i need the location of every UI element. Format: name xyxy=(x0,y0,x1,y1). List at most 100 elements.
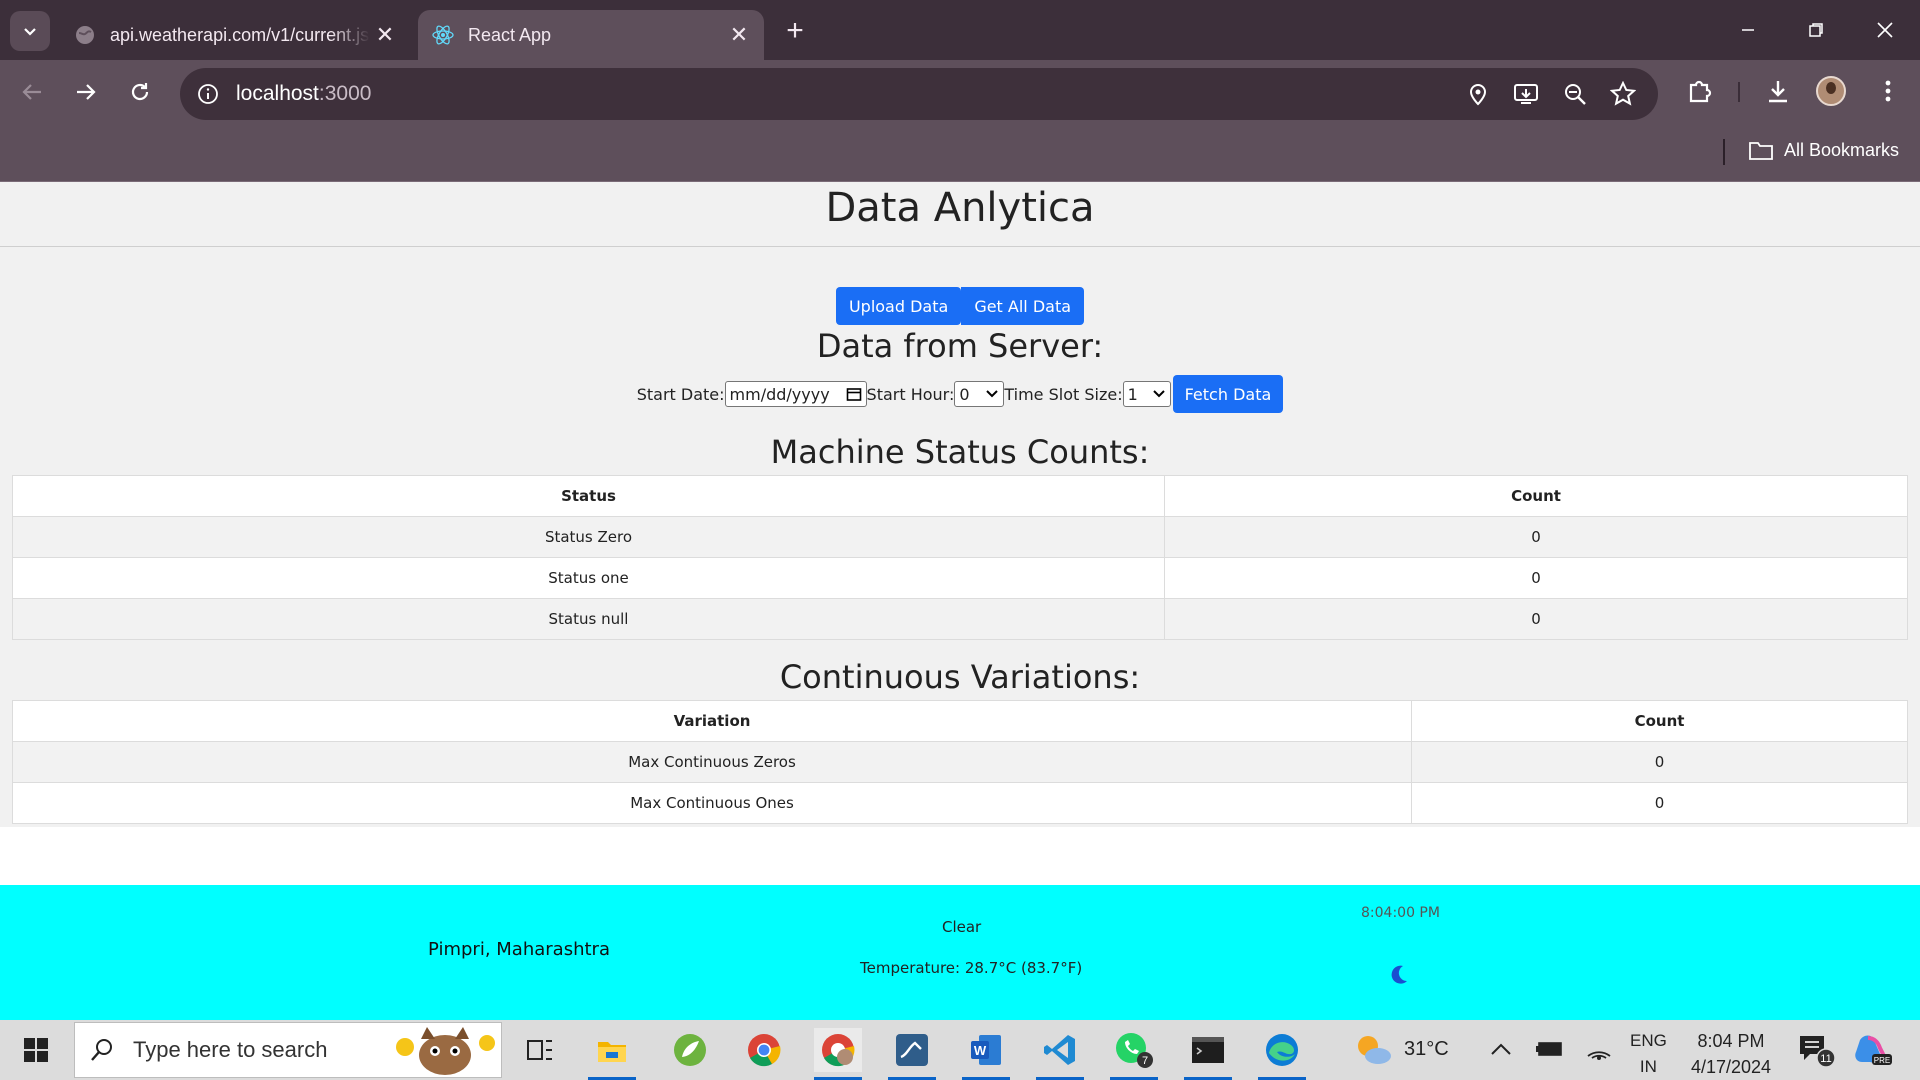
count-cell: 0 xyxy=(1164,516,1908,558)
weather-widget-icon[interactable] xyxy=(1354,1032,1392,1071)
upload-data-button[interactable]: Upload Data xyxy=(835,287,962,325)
close-tab-icon[interactable]: ✕ xyxy=(370,20,400,50)
whatsapp-badge: 7 xyxy=(1142,1055,1148,1067)
search-icon xyxy=(91,1039,112,1061)
filter-bar: Start Date: mm/dd/yyyy Start Hour: 0 Tim… xyxy=(0,375,1920,413)
table-header-row: Variation Count xyxy=(12,700,1908,742)
zoom-icon[interactable] xyxy=(1561,80,1589,108)
folder-icon xyxy=(1749,142,1773,160)
chevron-down-icon xyxy=(1152,390,1165,398)
url-port: :3000 xyxy=(318,82,372,105)
status-cell: Status one xyxy=(12,557,1165,599)
tab-weatherapi[interactable]: api.weatherapi.com/v1/current.json?key= … xyxy=(60,10,410,60)
word-icon[interactable]: W xyxy=(962,1028,1010,1080)
svg-text:PRE: PRE xyxy=(1874,1056,1890,1065)
task-view-icon[interactable] xyxy=(516,1028,564,1072)
profile-avatar[interactable] xyxy=(1816,76,1846,106)
start-hour-select[interactable]: 0 xyxy=(954,381,1005,407)
count-cell: 0 xyxy=(1164,557,1908,599)
start-date-placeholder: mm/dd/yyyy xyxy=(729,384,830,404)
search-placeholder: Type here to search xyxy=(133,1037,328,1062)
weather-panel: Pimpri, Maharashtra Clear Temperature: 2… xyxy=(0,885,1920,1020)
close-tab-icon[interactable]: ✕ xyxy=(724,20,754,50)
taskbar-clock[interactable]: 8:04 PM 4/17/2024 xyxy=(1686,1028,1776,1080)
table-row: Status null 0 xyxy=(12,598,1908,640)
toolbar-divider xyxy=(1738,82,1740,102)
variation-cell: Max Continuous Ones xyxy=(12,782,1412,824)
get-all-data-button[interactable]: Get All Data xyxy=(961,287,1085,325)
weather-location: Pimpri, Maharashtra xyxy=(428,939,610,960)
page-content: Data Anlytica Upload Data Get All Data D… xyxy=(0,182,1920,1020)
whatsapp-icon[interactable]: 7 xyxy=(1110,1028,1158,1080)
wifi-icon[interactable] xyxy=(1586,1038,1612,1065)
bookmark-star-icon[interactable] xyxy=(1609,80,1637,108)
tab-react-app[interactable]: React App ✕ xyxy=(418,10,764,60)
status-cell: Status null xyxy=(12,598,1165,640)
close-window-icon[interactable] xyxy=(1860,10,1910,50)
slot-size-select[interactable]: 1 xyxy=(1122,381,1171,407)
chrome-profile-icon[interactable] xyxy=(814,1028,862,1080)
location-pin-icon[interactable] xyxy=(1464,80,1492,108)
all-bookmarks-button[interactable]: All Bookmarks xyxy=(1748,139,1899,161)
extensions-icon[interactable] xyxy=(1683,75,1715,107)
minimize-icon[interactable] xyxy=(1723,10,1773,50)
variation-cell: Max Continuous Zeros xyxy=(12,741,1412,783)
spacer xyxy=(0,827,1920,887)
start-hour-value: 0 xyxy=(959,384,970,404)
start-hour-label: Start Hour: xyxy=(866,384,955,404)
more-menu-icon[interactable] xyxy=(1872,75,1904,107)
count-cell: 0 xyxy=(1164,598,1908,640)
tab-title: React App xyxy=(468,24,552,45)
moon-icon xyxy=(1388,963,1410,989)
language-indicator[interactable]: ENG IN xyxy=(1630,1028,1667,1080)
back-arrow-icon[interactable] xyxy=(14,74,50,110)
fetch-data-button[interactable]: Fetch Data xyxy=(1172,375,1284,413)
notification-icon[interactable]: 11 xyxy=(1796,1032,1836,1073)
edge-icon[interactable] xyxy=(1258,1028,1306,1080)
bookmarks-divider xyxy=(1723,139,1725,165)
weather-time: 8:04:00 PM xyxy=(1361,905,1440,921)
download-icon[interactable] xyxy=(1762,75,1794,107)
search-highlight-image xyxy=(389,1025,499,1075)
windows-taskbar: Type here to search W 7 31°C ENG IN 8:04… xyxy=(0,1020,1920,1080)
windows-start-icon[interactable] xyxy=(12,1028,60,1072)
page-title: Data Anlytica xyxy=(825,185,1095,231)
variations-table: Variation Count Max Continuous Zeros 0 M… xyxy=(12,700,1908,824)
all-bookmarks-label: All Bookmarks xyxy=(1784,139,1900,160)
column-header: Variation xyxy=(12,700,1412,742)
chevron-up-icon[interactable] xyxy=(1490,1042,1512,1061)
new-tab-icon[interactable]: + xyxy=(778,14,812,48)
column-header: Status xyxy=(12,475,1165,517)
status-counts-heading: Machine Status Counts: xyxy=(770,433,1150,471)
copilot-icon[interactable]: PRE xyxy=(1854,1032,1894,1073)
start-date-input[interactable]: mm/dd/yyyy xyxy=(724,381,867,407)
table-row: Max Continuous Zeros 0 xyxy=(12,741,1908,783)
vscode-icon[interactable] xyxy=(1036,1028,1084,1080)
install-app-icon[interactable] xyxy=(1512,80,1540,108)
restore-icon[interactable] xyxy=(1791,10,1841,50)
start-date-label: Start Date: xyxy=(636,384,725,404)
file-explorer-icon[interactable] xyxy=(588,1028,636,1080)
address-bar[interactable]: localhost:3000 xyxy=(180,68,1658,120)
slot-size-value: 1 xyxy=(1127,384,1138,404)
column-header: Count xyxy=(1411,700,1908,742)
forward-arrow-icon[interactable] xyxy=(68,74,104,110)
taskbar-search-input[interactable]: Type here to search xyxy=(74,1022,502,1078)
status-cell: Status Zero xyxy=(12,516,1165,558)
chrome-icon[interactable] xyxy=(740,1028,788,1072)
app-header: Data Anlytica xyxy=(0,182,1920,247)
lang-line1: ENG xyxy=(1630,1031,1667,1050)
slot-size-label: Time Slot Size: xyxy=(1004,384,1123,404)
browser-toolbar: localhost:3000 xyxy=(0,60,1920,122)
battery-icon[interactable] xyxy=(1536,1040,1564,1063)
terminal-icon[interactable] xyxy=(1184,1028,1232,1080)
table-row: Status one 0 xyxy=(12,557,1908,599)
mysql-workbench-icon[interactable] xyxy=(888,1028,936,1080)
site-info-icon[interactable] xyxy=(194,80,222,108)
spring-tool-icon[interactable] xyxy=(666,1028,714,1072)
reload-icon[interactable] xyxy=(122,74,158,110)
tab-search-button[interactable] xyxy=(10,11,50,51)
table-row: Status Zero 0 xyxy=(12,516,1908,558)
count-cell: 0 xyxy=(1411,782,1908,824)
taskbar-weather-temp[interactable]: 31°C xyxy=(1404,1038,1449,1061)
